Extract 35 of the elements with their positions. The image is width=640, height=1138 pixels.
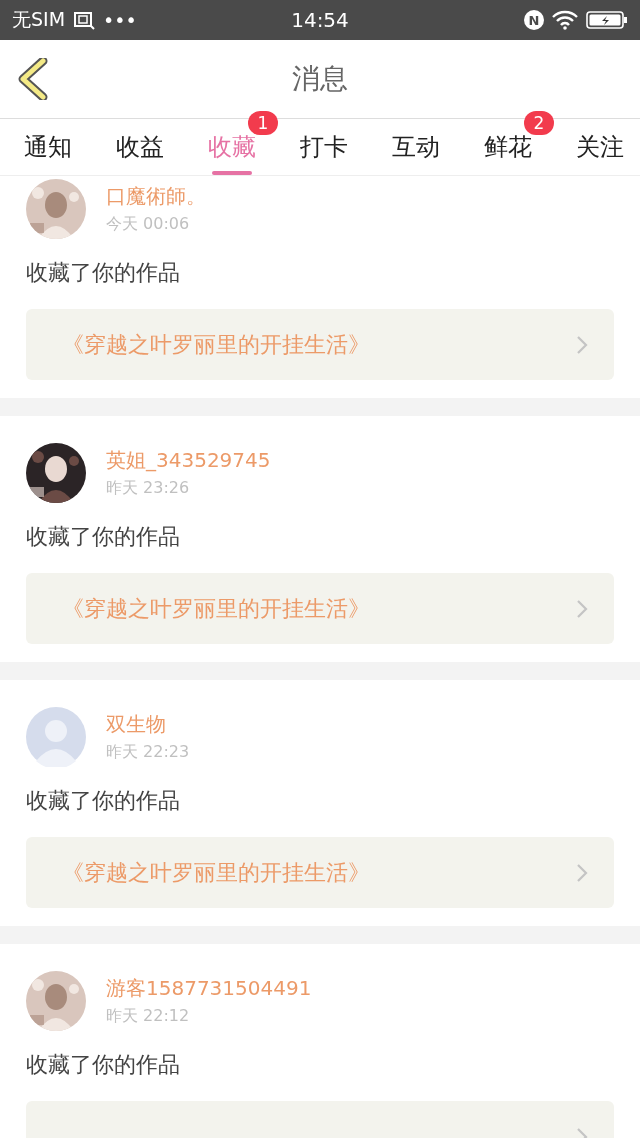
count-badge: 1 — [248, 111, 278, 135]
work-link[interactable]: 《穿越之叶罗丽里的开挂生活》 — [26, 573, 614, 644]
tab[interactable]: 互动 — [382, 119, 450, 175]
message-text: 收藏了你的作品 — [26, 787, 181, 815]
message-text: 收藏了你的作品 — [26, 523, 181, 551]
message-time: 昨天 23:26 — [106, 478, 191, 499]
work-link[interactable]: 《穿越之叶罗丽里的开挂生活》 — [26, 309, 614, 380]
nfc-icon: N — [524, 10, 544, 30]
chevron-right-icon — [576, 862, 588, 883]
tab[interactable]: 关注 — [566, 119, 634, 175]
message-time: 昨天 22:12 — [106, 1006, 191, 1027]
avatar-icon — [26, 707, 86, 767]
count-badge: 2 — [524, 111, 554, 135]
tab[interactable]: 收益 — [106, 119, 174, 175]
user-name[interactable]: 英姐_343529745 — [106, 447, 271, 474]
back-icon[interactable] — [18, 58, 48, 100]
user-name[interactable]: 双生物 — [106, 711, 190, 738]
message-text: 收藏了你的作品 — [26, 259, 181, 287]
message-time: 昨天 22:23 — [106, 742, 190, 763]
user-name[interactable]: 游客1587731504491 — [106, 975, 312, 1002]
message-text: 收藏了你的作品 — [26, 1051, 181, 1079]
more-dots: ••• — [103, 9, 137, 31]
battery-icon — [586, 11, 628, 29]
wifi-icon — [552, 10, 578, 30]
page-title: 消息 — [292, 61, 348, 97]
clock-text: 14:54 — [291, 8, 349, 32]
user-name[interactable]: 口魔術師。 — [106, 183, 206, 210]
chevron-right-icon — [576, 598, 588, 619]
chevron-right-icon — [576, 334, 588, 355]
work-link[interactable]: 《穿越之叶罗丽里的开挂生活》 — [26, 837, 614, 908]
tab[interactable]: 打卡 — [290, 119, 358, 175]
sim-icon — [73, 10, 96, 30]
message-time: 今天 00:06 — [106, 214, 191, 235]
carrier-text: 无SIM — [12, 7, 66, 32]
tab[interactable]: 通知 — [14, 119, 82, 175]
